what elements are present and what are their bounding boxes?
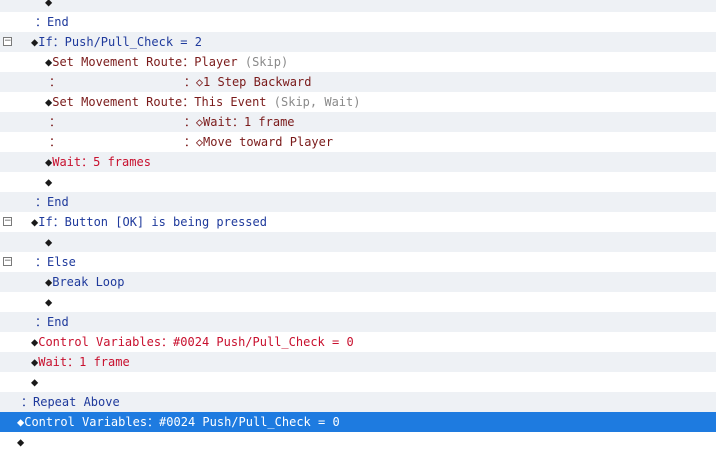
command-segment: ： ： [49,75,196,89]
event-command-list[interactable]: ◆ ：End − ◆If：Push/Pull_Check = 2 ◆Set Moveme… [0,0,716,457]
cmd-end[interactable]: ：End [0,312,716,332]
command-bullet-icon: ◆ [45,295,53,309]
cmd-end[interactable]: ：End [0,192,716,212]
collapse-toggle-icon[interactable]: − [3,257,12,266]
command-text: ： ：◇Move toward Player [49,132,333,152]
collapse-toggle-icon[interactable]: − [3,217,12,226]
cmd-if-button-ok[interactable]: − ◆If：Button [OK] is being pressed [0,212,716,232]
cmd-empty[interactable]: ◆ [0,172,716,192]
command-text: ◆Break Loop [45,272,124,292]
command-segment: If：Button [OK] is being pressed [38,215,267,229]
command-segment: ：Else [35,255,76,269]
cmd-control-variables[interactable]: ◆Control Variables：#0024 Push/Pull_Check… [0,332,716,352]
command-text: ：Else [35,252,76,272]
command-segment: ◇1 Step Backward [195,75,312,89]
command-segment: Wait：5 frames [52,155,151,169]
command-segment: ：Repeat Above [21,395,120,409]
command-bullet-icon: ◆ [31,375,39,389]
command-segment: Set Movement Route： [52,95,195,109]
command-text: ◆ [45,232,52,252]
command-text: ◆Wait：1 frame [31,352,130,372]
command-text: ： ：◇1 Step Backward [49,72,311,92]
cmd-else[interactable]: − ：Else [0,252,716,272]
cmd-control-variables-selected[interactable]: ◆Control Variables：#0024 Push/Pull_Check… [0,412,716,432]
command-bullet-icon: ◆ [45,235,53,249]
command-segment: ：End [35,195,69,209]
command-segment: (Skip, Wait) [273,95,361,109]
command-text: ◆ [45,292,52,312]
command-bullet-icon: ◆ [45,0,53,9]
cmd-set-move-route-player[interactable]: ◆Set Movement Route：Player (Skip) [0,52,716,72]
command-text: ： ：◇Wait：1 frame [49,112,295,132]
command-bullet-icon: ◆ [17,435,25,449]
cmd-if-push-pull-check[interactable]: − ◆If：Push/Pull_Check = 2 [0,32,716,52]
command-segment: Set Movement Route： [52,55,195,69]
command-text: ◆Wait：5 frames [45,152,151,172]
command-text: ：Repeat Above [21,392,120,412]
command-text: ：End [35,12,69,32]
command-segment: If：Push/Pull_Check = 2 [38,35,202,49]
cmd-route-step-backward[interactable]: ： ：◇1 Step Backward [0,72,716,92]
command-segment: ：End [35,15,69,29]
cmd-wait-5-frames[interactable]: ◆Wait：5 frames [0,152,716,172]
command-text: ◆Set Movement Route：Player (Skip) [45,52,288,72]
command-segment: ： ： [49,135,196,149]
command-segment: ◇Wait：1 frame [195,115,295,129]
command-segment: Wait：1 frame [38,355,130,369]
command-segment: Player [194,55,245,69]
cmd-route-wait[interactable]: ： ：◇Wait：1 frame [0,112,716,132]
command-segment: ◇Move toward Player [195,135,334,149]
command-text: ：End [35,192,69,212]
command-text: ◆ [45,172,52,192]
command-segment: ： ： [49,115,196,129]
cmd-repeat-above[interactable]: ：Repeat Above [0,392,716,412]
command-segment: ：End [35,315,69,329]
cmd-break-loop[interactable]: ◆Break Loop [0,272,716,292]
command-segment: Control Variables：#0024 Push/Pull_Check … [24,415,340,429]
command-text: ◆Control Variables：#0024 Push/Pull_Check… [17,412,340,432]
command-segment: (Skip) [244,55,289,69]
cmd-end[interactable]: ：End [0,12,716,32]
command-text: ◆ [31,372,38,392]
cmd-set-move-route-event[interactable]: ◆Set Movement Route：This Event (Skip, Wa… [0,92,716,112]
cmd-empty[interactable]: ◆ [0,0,716,12]
command-text: ◆If：Push/Pull_Check = 2 [31,32,202,52]
command-text: ◆ [45,0,52,12]
command-text: ：End [35,312,69,332]
command-text: ◆Control Variables：#0024 Push/Pull_Check… [31,332,354,352]
command-segment: This Event [194,95,274,109]
command-bullet-icon: ◆ [45,175,53,189]
cmd-wait-1-frame[interactable]: ◆Wait：1 frame [0,352,716,372]
cmd-empty[interactable]: ◆ [0,432,716,452]
command-segment: Control Variables：#0024 Push/Pull_Check … [38,335,354,349]
cmd-route-move-toward[interactable]: ： ：◇Move toward Player [0,132,716,152]
cmd-empty[interactable]: ◆ [0,372,716,392]
command-text: ◆If：Button [OK] is being pressed [31,212,267,232]
command-text: ◆ [17,432,24,452]
cmd-empty[interactable]: ◆ [0,292,716,312]
command-segment: Break Loop [52,275,125,289]
collapse-toggle-icon[interactable]: − [3,37,12,46]
command-text: ◆Set Movement Route：This Event (Skip, Wa… [45,92,360,112]
cmd-empty[interactable]: ◆ [0,232,716,252]
